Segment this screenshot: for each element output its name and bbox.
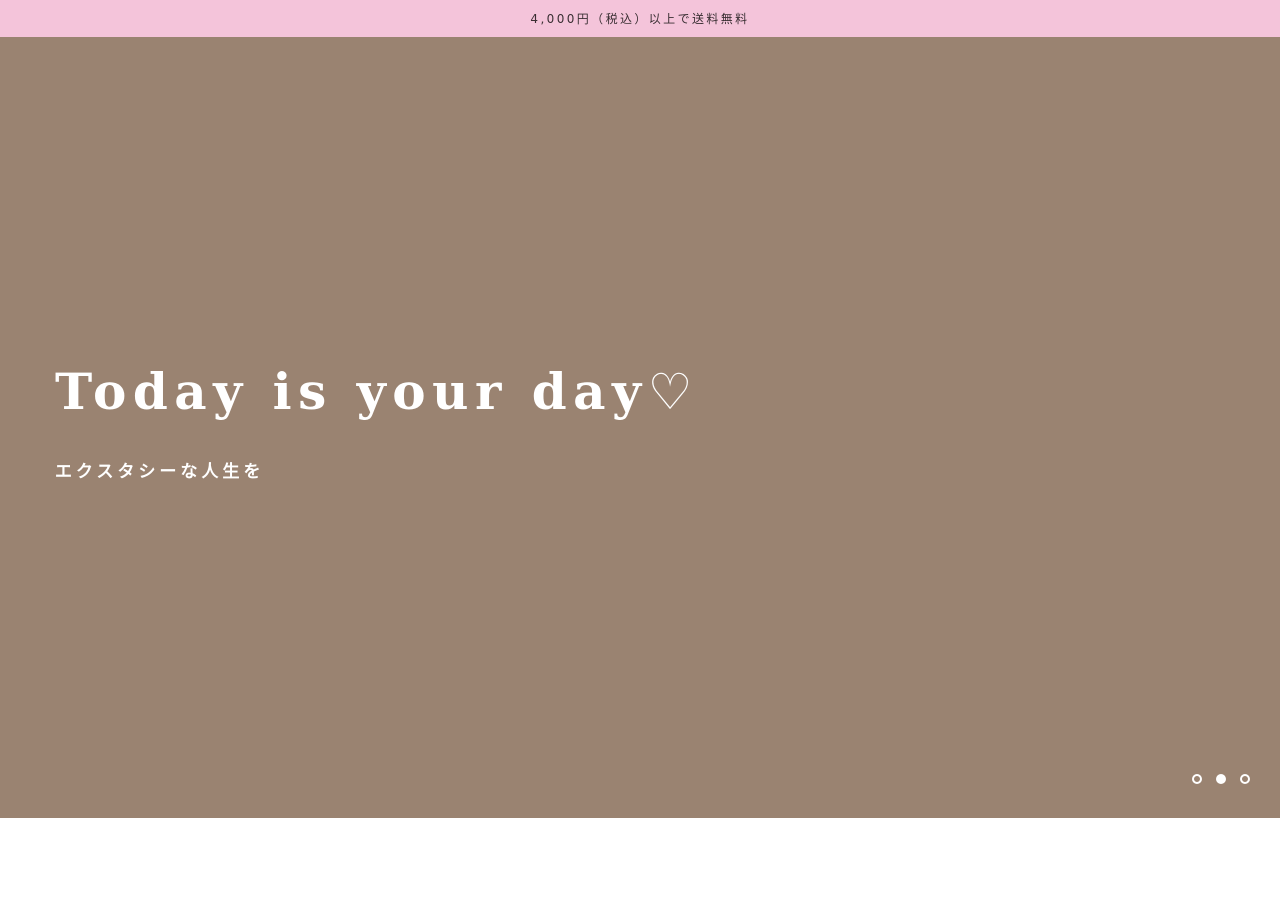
hero-subtitle: エクスタシーな人生を xyxy=(55,462,265,482)
free-shipping-notice: 4,000円（税込）以上で送料無料 xyxy=(530,12,750,26)
slide-dot-1[interactable] xyxy=(1192,774,1202,784)
slide-dot-2[interactable] xyxy=(1216,774,1226,784)
hero-title: Today is your day♡ xyxy=(55,362,699,421)
slider-pagination xyxy=(1192,774,1250,784)
page-content-area xyxy=(0,818,1280,900)
slide-dot-3[interactable] xyxy=(1240,774,1250,784)
announcement-bar: 4,000円（税込）以上で送料無料 xyxy=(0,0,1280,37)
hero-slider: Today is your day♡ エクスタシーな人生を xyxy=(0,37,1280,818)
